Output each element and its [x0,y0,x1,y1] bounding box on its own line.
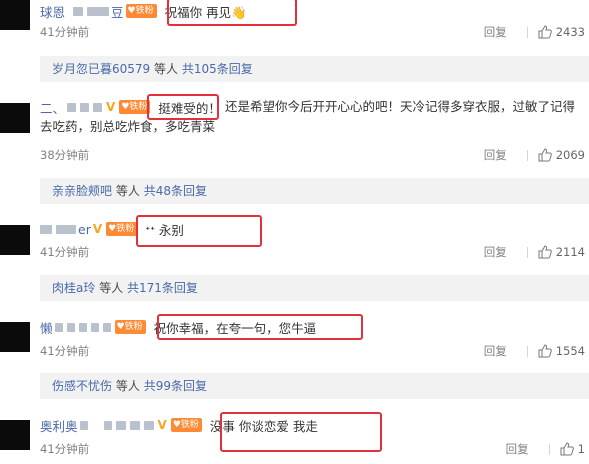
comment-header: 球恩 豆 ♥铁粉 祝福你 再见👋 [40,1,247,21]
reply-button[interactable]: 回复 [484,147,507,163]
avatar[interactable] [0,225,30,255]
divider [526,149,528,161]
blurred-username [54,322,63,332]
reply-mid: 等人 [115,184,140,198]
comment-header: 懒 ♥铁粉 祝你幸福，在夸一句，您牛逼 [40,317,316,337]
comment-text: ᐩᐩ 永别 [145,222,184,238]
thumbs-up-icon [538,25,552,39]
blurred-username [87,6,110,16]
avatar[interactable] [0,0,30,30]
username[interactable]: 球恩 [40,2,65,21]
reply-mid: 等人 [99,281,124,295]
timestamp: 41分钟前 [40,442,90,456]
blurred-username [103,420,112,430]
heart-icon: ♥ [127,6,136,16]
username[interactable]: 懒 [40,318,53,337]
timestamp: 41分钟前 [40,344,90,358]
timestamp: 41分钟前 [40,245,90,259]
blurred-username [40,224,52,234]
blurred-username [66,322,75,332]
reply-user[interactable]: 亲亲脸颊吧 [52,184,112,198]
divider [526,246,528,258]
comment-meta: 41分钟前 回复 1 [40,440,585,458]
reply-count[interactable]: 共48条回复 [144,184,207,198]
divider [526,26,528,38]
reply-user[interactable]: 伤感不忧伤 [52,379,112,393]
like-count: 2114 [555,245,585,259]
comment-meta: 41分钟前 回复 2433 [40,23,585,41]
thumbs-up-icon [538,344,552,358]
comment-header: 奥利奥 V ♥铁粉 没事 你谈恋爱 我走 [40,415,318,435]
fan-badge: ♥铁粉 [125,4,157,18]
like-count: 1 [577,442,585,456]
replies-summary[interactable]: 伤感不忧伤 等人 共99条回复 [40,373,589,399]
comment-header: er V ♥铁粉 ᐩᐩ 永别 [40,219,184,239]
timestamp: 38分钟前 [40,148,90,162]
avatar[interactable] [0,103,30,133]
like-count: 2433 [555,25,585,39]
like-button[interactable]: 2433 [538,25,585,39]
divider [526,345,528,357]
blurred-username [78,322,87,332]
reply-user[interactable]: 岁月忽已暮60579 [52,62,150,76]
thumbs-up-icon [538,148,552,162]
blurred-username [102,322,111,332]
fan-badge: ♥铁粉 [106,222,138,236]
username-suffix[interactable]: 豆 [111,2,124,21]
replies-summary[interactable]: 岁月忽已暮60579 等人 共105条回复 [40,56,589,82]
blurred-username [143,420,154,430]
reply-count[interactable]: 共99条回复 [144,379,207,393]
like-button[interactable]: 1 [560,442,585,456]
like-button[interactable]: 2069 [538,148,585,162]
avatar[interactable] [0,322,30,352]
verified-v-icon: V [157,418,167,432]
username[interactable]: 奥利奥 [40,416,78,435]
comment-text-rest: 还是希望你今后开开心心的吧！天冷记得多穿衣服，过敏了记得去吃药，别总吃炸食，多吃… [40,99,576,134]
reply-mid: 等人 [154,62,179,76]
reply-button[interactable]: 回复 [484,24,507,40]
thumbs-up-icon [560,442,574,456]
divider [548,443,550,455]
like-button[interactable]: 2114 [538,245,585,259]
comment-meta: 41分钟前 回复 1554 [40,342,585,360]
fan-badge: ♥铁粉 [170,418,202,432]
reply-button[interactable]: 回复 [484,244,507,260]
reply-user[interactable]: 肉桂a玲 [52,281,95,295]
heart-icon: ♥ [172,420,181,430]
comment-meta: 38分钟前 回复 2069 [40,146,585,164]
reply-count[interactable]: 共171条回复 [127,281,198,295]
blurred-username [79,420,88,430]
avatar[interactable] [0,420,30,450]
blurred-username [115,420,126,430]
username-suffix[interactable]: er [78,222,91,237]
comment-text: 祝你幸福，在夸一句，您牛逼 [153,320,317,336]
verified-v-icon: V [92,222,103,236]
comment-text: 祝福你 再见👋 [164,4,247,20]
blurred-username [56,224,76,234]
comment-text: 没事 你谈恋爱 我走 [209,418,318,434]
blurred-username [90,322,99,332]
comment-text: 还是希望你今后开开心心的吧！天冷记得多穿衣服，过敏了记得去吃药，别总吃炸食，多吃… [40,97,580,137]
reply-count[interactable]: 共105条回复 [182,62,253,76]
like-button[interactable]: 1554 [538,344,585,358]
timestamp: 41分钟前 [40,25,90,39]
comment-meta: 41分钟前 回复 2114 [40,243,585,261]
like-count: 1554 [555,344,585,358]
reply-button[interactable]: 回复 [506,441,529,457]
heart-icon: ♥ [108,224,117,234]
thumbs-up-icon [538,245,552,259]
replies-summary[interactable]: 亲亲脸颊吧 等人 共48条回复 [40,178,589,204]
reply-mid: 等人 [115,379,140,393]
fan-badge: ♥铁粉 [114,320,146,334]
like-count: 2069 [555,148,585,162]
replies-summary[interactable]: 肉桂a玲 等人 共171条回复 [40,275,589,301]
blurred-username [129,420,140,430]
heart-icon: ♥ [116,322,125,332]
blurred-username [73,6,84,16]
reply-button[interactable]: 回复 [484,343,507,359]
